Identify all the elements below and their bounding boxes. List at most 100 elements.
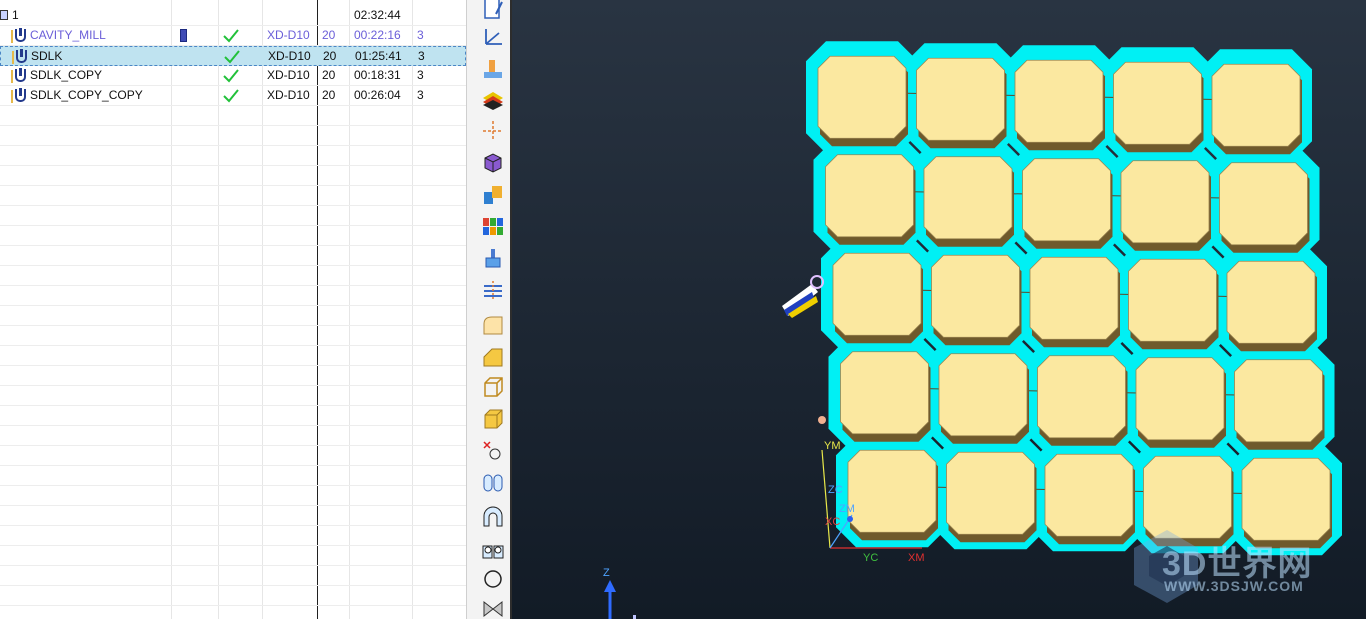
part-block <box>832 252 922 336</box>
empty-row <box>0 386 466 406</box>
empty-row <box>0 146 466 166</box>
program-name: 1 <box>12 8 19 22</box>
mill-operation-icon <box>11 68 27 83</box>
operation-number: 20 <box>322 28 336 42</box>
solid-box-icon[interactable] <box>480 406 506 432</box>
empty-row <box>0 106 466 126</box>
part-block <box>1226 260 1316 344</box>
graphics-window[interactable]: YM ZC ZM XC YC XM Z 3D世界网 WWW.3DSJW.COM <box>512 0 1366 619</box>
chamfer-icon[interactable] <box>480 344 506 370</box>
wcs-ym-label: YM <box>824 440 841 452</box>
crosshair-icon[interactable] <box>480 118 506 144</box>
wcs-xc-label: XC <box>825 516 841 528</box>
empty-row <box>0 406 466 426</box>
operation-name: SDLK_COPY <box>30 68 103 82</box>
arch-icon[interactable] <box>480 504 506 530</box>
color-blocks-icon[interactable] <box>480 182 506 208</box>
empty-row <box>0 446 466 466</box>
empty-row <box>0 286 466 306</box>
empty-row <box>0 246 466 266</box>
double-arch-icon[interactable] <box>480 536 506 562</box>
world-z-arrowhead <box>604 580 616 592</box>
empty-row <box>0 586 466 606</box>
operation-extra: 3 <box>418 49 425 63</box>
axis-icon[interactable] <box>480 24 506 50</box>
stack-align-icon[interactable] <box>480 278 506 304</box>
wcs-zc-label: ZC <box>828 484 843 496</box>
operation-extra: 3 <box>417 68 424 82</box>
machine-icon[interactable] <box>480 56 506 82</box>
layers-icon[interactable] <box>480 86 506 112</box>
part-block <box>840 351 929 435</box>
checkmark-icon <box>224 50 240 64</box>
part-block <box>1143 455 1232 539</box>
operation-number: 20 <box>323 49 337 63</box>
operation-row[interactable]: SDLK XD-D10 20 01:25:41 3 <box>0 46 466 66</box>
part-block <box>1241 457 1331 541</box>
toolpath-status-icon <box>180 29 187 42</box>
machining-time: 00:22:16 <box>354 28 401 42</box>
operation-row[interactable]: SDLK_COPY XD-D10 20 00:18:31 3 <box>0 66 466 86</box>
operation-navigator: 1 02:32:44 CAVITY_MILL XD-D10 20 00:22:16 3 S… <box>0 0 466 619</box>
tool-name: XD-D10 <box>267 68 310 82</box>
machining-time: 00:18:31 <box>354 68 401 82</box>
operation-row[interactable]: CAVITY_MILL XD-D10 20 00:22:16 3 <box>0 26 466 46</box>
wcs-zm-label: ZM <box>839 503 855 515</box>
mill-operation-icon <box>11 88 27 103</box>
world-z-label: Z <box>603 567 610 579</box>
empty-row <box>0 526 466 546</box>
tool-name: XD-D10 <box>268 49 311 63</box>
doc-edit-icon[interactable] <box>480 0 506 22</box>
operation-number: 20 <box>322 88 336 102</box>
operation-name: CAVITY_MILL <box>30 28 106 42</box>
cube-view-icon[interactable] <box>480 150 506 176</box>
part-block <box>1211 63 1301 147</box>
wire-box-icon[interactable] <box>480 374 506 400</box>
machining-time: 01:25:41 <box>355 49 402 63</box>
brush-icon[interactable] <box>480 246 506 272</box>
wcs-y-axis <box>821 449 831 549</box>
mill-operation-icon <box>12 49 28 64</box>
cylinders-icon[interactable] <box>480 470 506 496</box>
empty-row <box>0 206 466 226</box>
operation-extra: 3 <box>417 88 424 102</box>
checkmark-icon <box>223 69 239 83</box>
empty-row <box>0 306 466 326</box>
part-block <box>1037 355 1126 439</box>
model-scene[interactable] <box>512 0 1366 619</box>
part-block <box>1219 162 1308 246</box>
part-block <box>1029 256 1119 340</box>
empty-row <box>0 346 466 366</box>
circle-icon[interactable] <box>480 566 506 592</box>
part-block <box>946 451 1035 535</box>
wcs-yc-label: YC <box>863 552 879 564</box>
clipped-header-row <box>353 0 356 5</box>
empty-row <box>0 506 466 526</box>
fillet-icon[interactable] <box>480 312 506 338</box>
tool-name: XD-D10 <box>267 28 310 42</box>
part-block <box>938 353 1028 437</box>
empty-row <box>0 266 466 286</box>
empty-row <box>0 606 466 619</box>
empty-row <box>0 426 466 446</box>
empty-row <box>0 126 466 146</box>
operation-name: SDLK <box>31 49 63 63</box>
empty-row <box>0 226 466 246</box>
part-block <box>825 154 914 238</box>
empty-row <box>0 186 466 206</box>
part-block <box>1044 453 1134 537</box>
machining-time: 00:26:04 <box>354 88 401 102</box>
empty-row <box>0 366 466 386</box>
bowtie-icon[interactable] <box>480 596 506 619</box>
part-block <box>1234 359 1323 443</box>
operation-row[interactable]: SDLK_COPY_COPY XD-D10 20 00:26:04 3 <box>0 86 466 106</box>
program-row[interactable]: 1 02:32:44 <box>0 6 466 26</box>
operation-extra: 3 <box>417 28 424 42</box>
program-group-icon <box>0 10 8 20</box>
grid-colors-icon[interactable] <box>480 214 506 240</box>
point-circle-icon[interactable] <box>480 438 506 464</box>
empty-row <box>0 166 466 186</box>
part-block <box>916 57 1005 141</box>
part-block <box>931 254 1020 338</box>
mill-operation-icon <box>11 28 27 43</box>
